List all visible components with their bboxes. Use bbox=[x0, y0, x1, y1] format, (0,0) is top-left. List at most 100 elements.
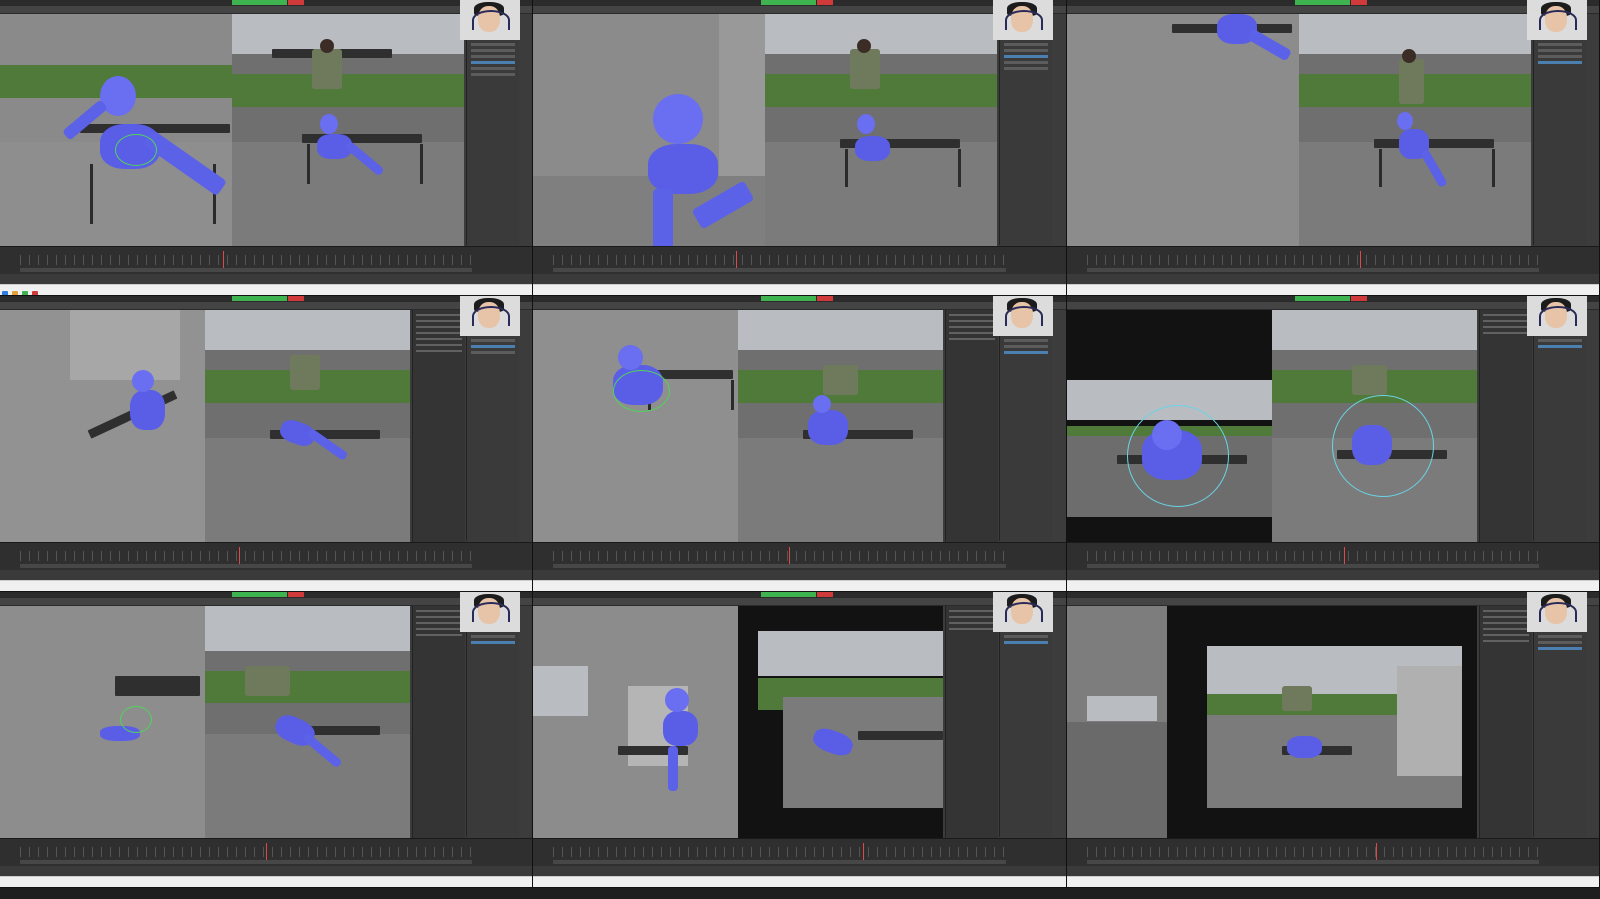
stop-record-button[interactable] bbox=[288, 0, 304, 5]
robot-leg[interactable] bbox=[653, 189, 673, 246]
attribute-editor-panel[interactable] bbox=[1533, 40, 1586, 245]
record-indicator[interactable] bbox=[232, 296, 287, 301]
pavement bbox=[205, 437, 410, 542]
robot-head[interactable] bbox=[857, 114, 875, 134]
screenshot-grid bbox=[0, 0, 1600, 899]
bench-model[interactable] bbox=[115, 676, 200, 696]
outliner-panel[interactable] bbox=[412, 606, 465, 838]
maya-window-tile bbox=[1067, 296, 1600, 592]
maya-window-tile bbox=[0, 592, 533, 888]
camera-viewport[interactable] bbox=[1299, 14, 1531, 246]
attribute-editor-panel[interactable] bbox=[466, 336, 519, 541]
rig-control[interactable] bbox=[120, 706, 152, 733]
robot-leg[interactable] bbox=[668, 746, 678, 791]
robot-head[interactable] bbox=[653, 94, 703, 144]
actor-head bbox=[320, 39, 334, 53]
grass-strip bbox=[205, 670, 410, 704]
time-slider[interactable] bbox=[533, 838, 1066, 867]
stop-record-button[interactable] bbox=[1351, 0, 1367, 5]
record-indicator[interactable] bbox=[232, 592, 287, 597]
record-indicator[interactable] bbox=[1295, 296, 1350, 301]
robot-torso[interactable] bbox=[1287, 736, 1322, 758]
webcam-overlay bbox=[460, 0, 520, 40]
camera-viewport[interactable] bbox=[1272, 310, 1477, 542]
perspective-viewport[interactable] bbox=[0, 606, 205, 838]
attribute-editor-panel[interactable] bbox=[466, 632, 519, 837]
status-line bbox=[0, 570, 532, 580]
outliner-panel[interactable] bbox=[1479, 606, 1532, 838]
rig-control[interactable] bbox=[613, 370, 670, 412]
record-indicator[interactable] bbox=[761, 592, 816, 597]
background-building bbox=[232, 14, 464, 54]
robot-head[interactable] bbox=[618, 345, 643, 370]
stop-record-button[interactable] bbox=[817, 592, 833, 597]
actor-figure bbox=[1282, 686, 1312, 711]
wall-proxy bbox=[70, 310, 180, 380]
webcam-overlay bbox=[1527, 592, 1587, 632]
record-indicator[interactable] bbox=[761, 296, 816, 301]
rig-control[interactable] bbox=[115, 134, 157, 166]
camera-viewport[interactable] bbox=[1167, 606, 1477, 838]
status-line bbox=[1067, 866, 1599, 876]
menu-bar bbox=[0, 6, 532, 21]
time-slider[interactable] bbox=[533, 246, 1066, 275]
record-indicator[interactable] bbox=[232, 0, 287, 5]
robot-head[interactable] bbox=[320, 114, 338, 134]
perspective-viewport[interactable] bbox=[1067, 14, 1299, 246]
time-slider[interactable] bbox=[0, 838, 532, 867]
background-building bbox=[1087, 696, 1157, 721]
camera-viewport[interactable] bbox=[738, 606, 943, 838]
perspective-viewport[interactable] bbox=[0, 14, 232, 246]
stop-record-button[interactable] bbox=[817, 0, 833, 5]
attribute-editor-panel[interactable] bbox=[1533, 632, 1586, 837]
stop-record-button[interactable] bbox=[817, 296, 833, 301]
attribute-editor-panel[interactable] bbox=[999, 40, 1052, 245]
time-slider[interactable] bbox=[1067, 246, 1599, 275]
perspective-viewport[interactable] bbox=[1067, 310, 1272, 542]
camera-viewport[interactable] bbox=[765, 14, 997, 246]
perspective-viewport[interactable] bbox=[533, 606, 738, 838]
camera-viewport[interactable] bbox=[738, 310, 943, 542]
robot-torso[interactable] bbox=[648, 144, 718, 194]
time-slider[interactable] bbox=[1067, 838, 1599, 867]
time-slider[interactable] bbox=[0, 542, 532, 571]
menu-bar bbox=[1067, 598, 1599, 613]
outliner-panel[interactable] bbox=[1479, 310, 1532, 542]
time-slider[interactable] bbox=[533, 542, 1066, 571]
robot-torso[interactable] bbox=[130, 390, 165, 430]
robot-head[interactable] bbox=[813, 395, 831, 413]
time-slider[interactable] bbox=[0, 246, 532, 275]
attribute-editor-panel[interactable] bbox=[999, 632, 1052, 837]
robot-leg[interactable] bbox=[1247, 28, 1292, 62]
time-slider[interactable] bbox=[1067, 542, 1599, 571]
stop-record-button[interactable] bbox=[288, 296, 304, 301]
robot-torso[interactable] bbox=[808, 410, 848, 445]
attribute-editor-panel[interactable] bbox=[466, 40, 519, 245]
robot-head[interactable] bbox=[1397, 112, 1413, 130]
stop-record-button[interactable] bbox=[1351, 296, 1367, 301]
perspective-viewport[interactable] bbox=[0, 310, 205, 542]
attribute-editor-panel[interactable] bbox=[1533, 336, 1586, 541]
taskbar bbox=[1067, 580, 1599, 591]
camera-viewport[interactable] bbox=[232, 14, 464, 246]
robot-head[interactable] bbox=[665, 688, 689, 712]
stop-record-button[interactable] bbox=[288, 592, 304, 597]
perspective-viewport[interactable] bbox=[533, 310, 738, 542]
robot-head[interactable] bbox=[132, 370, 154, 392]
outliner-panel[interactable] bbox=[945, 606, 998, 838]
record-indicator[interactable] bbox=[761, 0, 816, 5]
perspective-viewport[interactable] bbox=[533, 14, 765, 246]
outliner-panel[interactable] bbox=[412, 310, 465, 542]
record-indicator[interactable] bbox=[1295, 0, 1350, 5]
rotate-manipulator[interactable] bbox=[1332, 395, 1434, 497]
robot-torso[interactable] bbox=[663, 711, 698, 746]
outliner-panel[interactable] bbox=[945, 310, 998, 542]
menu-bar bbox=[1067, 302, 1599, 317]
camera-viewport[interactable] bbox=[205, 606, 410, 838]
camera-viewport[interactable] bbox=[205, 310, 410, 542]
taskbar bbox=[533, 580, 1066, 591]
robot-torso[interactable] bbox=[855, 136, 890, 161]
perspective-viewport[interactable] bbox=[1067, 606, 1167, 838]
rotate-manipulator[interactable] bbox=[1127, 405, 1229, 507]
attribute-editor-panel[interactable] bbox=[999, 336, 1052, 541]
